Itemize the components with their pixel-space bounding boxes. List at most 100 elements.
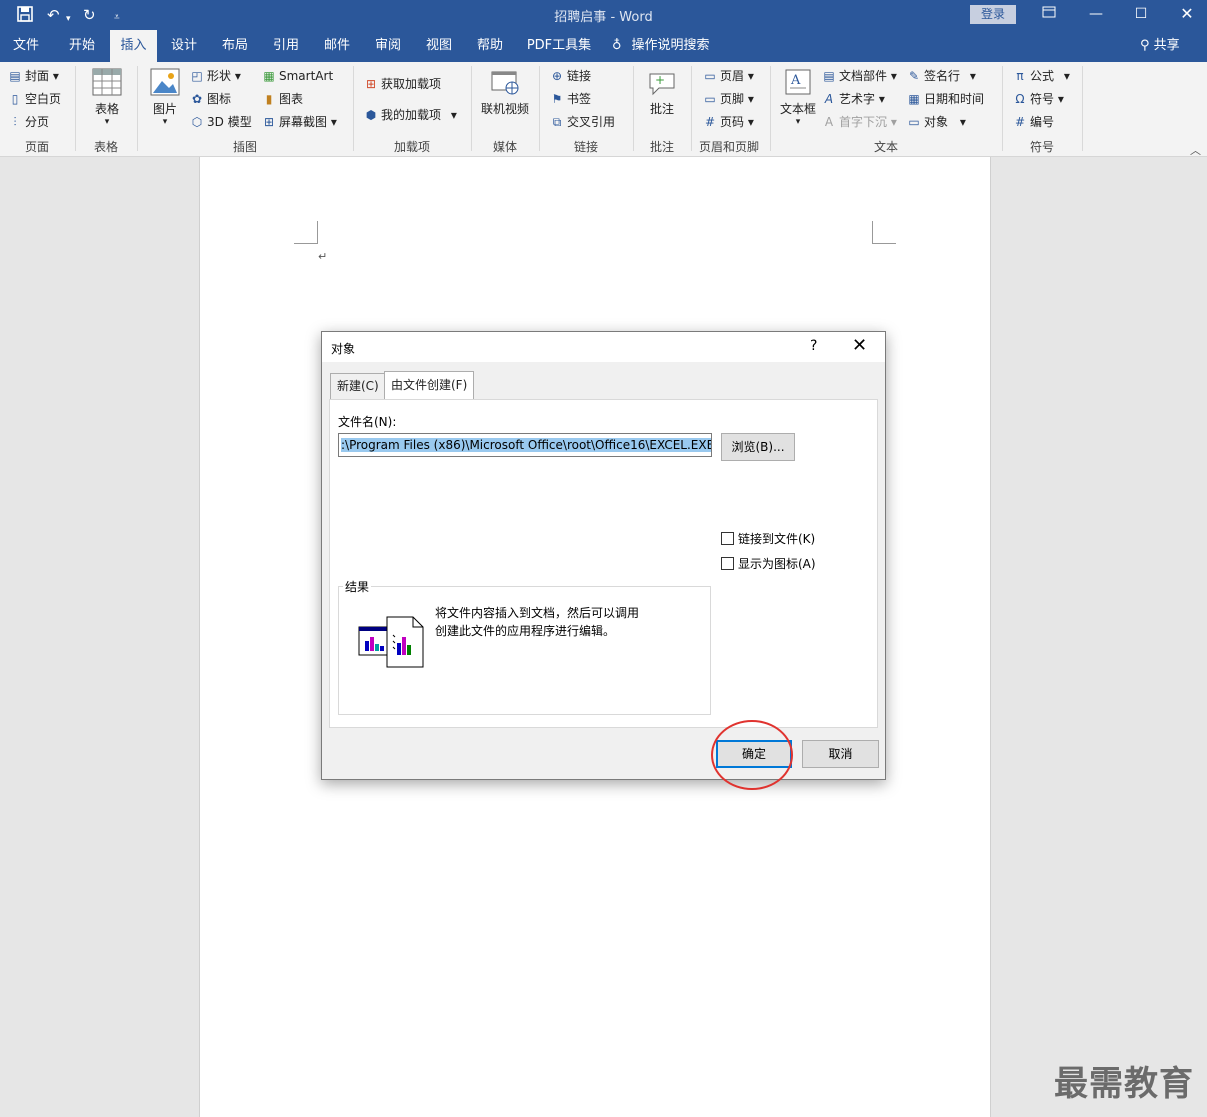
tab-create-from-file[interactable]: 由文件创建(F) xyxy=(384,371,475,400)
comment-icon: + xyxy=(647,68,677,96)
cross-reference-button[interactable]: ⧉ 交叉引用 xyxy=(550,113,615,131)
filename-label: 文件名(N): xyxy=(338,415,397,429)
quick-parts-icon: ▤ xyxy=(823,69,835,83)
filename-input[interactable]: :\Program Files (x86)\Microsoft Office\r… xyxy=(338,433,712,457)
tab-insert[interactable]: 插入 xyxy=(110,30,157,62)
table-button[interactable]: 表格 ▾ xyxy=(84,68,130,127)
highlight-circle xyxy=(711,720,793,790)
number-icon: # xyxy=(1014,115,1026,129)
tab-pdf-tools[interactable]: PDF工具集 xyxy=(522,30,596,62)
login-button[interactable]: 登录 xyxy=(970,5,1016,24)
tab-design[interactable]: 设计 xyxy=(164,30,204,62)
smartart-button[interactable]: ▦ SmartArt xyxy=(262,67,333,85)
tab-help[interactable]: 帮助 xyxy=(469,30,511,62)
display-as-icon-checkbox[interactable]: 显示为图标(A) xyxy=(721,555,816,572)
crop-mark xyxy=(872,221,873,244)
result-groupbox: 结果 将文件内容插入到文档，然后可以调用创建此文件的应用程序进行编辑。 xyxy=(338,578,711,715)
cover-page-button[interactable]: ▤ 封面 ▾ xyxy=(8,67,59,85)
icons-icon: ✿ xyxy=(191,92,203,106)
dialog-title: 对象 xyxy=(331,342,356,356)
collapse-ribbon-icon[interactable]: ︿ xyxy=(1190,142,1201,158)
my-addins-icon: ⬢ xyxy=(365,108,377,122)
header-icon: ▭ xyxy=(704,69,716,83)
crop-mark xyxy=(317,221,318,244)
group-label-pages: 页面 xyxy=(24,140,49,154)
header-button[interactable]: ▭ 页眉 ▾ xyxy=(703,67,754,85)
browse-button[interactable]: 浏览(B)... xyxy=(721,433,795,461)
tab-review[interactable]: 审阅 xyxy=(367,30,409,62)
wordart-button[interactable]: A 艺术字 ▾ xyxy=(822,90,885,108)
result-label: 结果 xyxy=(343,578,372,595)
video-icon xyxy=(490,68,520,96)
group-label-header-footer: 页眉和页脚 xyxy=(698,140,759,154)
dialog-title-bar: 对象 ? ✕ xyxy=(322,332,885,362)
comment-button[interactable]: + 批注 xyxy=(642,68,682,117)
online-video-button[interactable]: 联机视频 xyxy=(478,68,532,117)
shapes-button[interactable]: ◰ 形状 ▾ xyxy=(190,67,241,85)
chart-button[interactable]: ▮ 图表 xyxy=(262,90,303,108)
tab-view[interactable]: 视图 xyxy=(418,30,460,62)
crop-mark xyxy=(872,243,896,244)
share-button[interactable]: ⚲ 共享 xyxy=(1140,30,1180,62)
object-button[interactable]: ▭ 对象 ▾ xyxy=(907,113,966,131)
textbox-icon: A xyxy=(783,68,813,96)
page-break-button[interactable]: ⫶ 分页 xyxy=(8,113,49,131)
page-number-button[interactable]: # 页码 ▾ xyxy=(703,113,754,131)
group-label-addins: 加载项 xyxy=(393,140,430,154)
3d-cube-icon: ⬡ xyxy=(191,115,203,129)
menu-tab-bar: 文件 开始 插入 设计 布局 引用 邮件 审阅 视图 帮助 PDF工具集 ♁ 操作… xyxy=(0,30,1207,62)
create-from-file-panel: 文件名(N): :\Program Files (x86)\Microsoft … xyxy=(329,399,878,728)
tab-mailings[interactable]: 邮件 xyxy=(316,30,358,62)
dialog-close-icon[interactable]: ✕ xyxy=(852,335,867,356)
cancel-button[interactable]: 取消 xyxy=(802,740,879,768)
group-label-illustrations: 插图 xyxy=(232,140,257,154)
ribbon-display-icon[interactable] xyxy=(1037,4,1061,24)
picture-button[interactable]: 图片 ▾ xyxy=(146,68,184,127)
numbering-button[interactable]: # 编号 xyxy=(1013,113,1054,131)
shapes-icon: ◰ xyxy=(191,69,203,83)
tab-references[interactable]: 引用 xyxy=(265,30,307,62)
lightbulb-icon: ♁ xyxy=(612,38,622,53)
signature-line-button[interactable]: ✎ 签名行 ▾ xyxy=(907,67,976,85)
smartart-icon: ▦ xyxy=(263,69,275,83)
symbol-button[interactable]: Ω 符号 ▾ xyxy=(1013,90,1063,108)
footer-icon: ▭ xyxy=(704,92,716,106)
picture-icon xyxy=(150,68,180,96)
minimize-icon[interactable]: — xyxy=(1084,4,1108,24)
link-to-file-checkbox[interactable]: 链接到文件(K) xyxy=(721,530,815,547)
help-icon[interactable]: ? xyxy=(810,338,817,354)
cross-reference-icon: ⧉ xyxy=(552,115,562,129)
group-label-comments: 批注 xyxy=(649,140,674,154)
person-icon: ⚲ xyxy=(1140,38,1150,53)
drop-cap-button[interactable]: A 首字下沉 ▾ xyxy=(822,113,897,131)
tab-home[interactable]: 开始 xyxy=(60,30,104,62)
ribbon: ▤ 封面 ▾ ▯ 空白页 ⫶ 分页 页面 表格 ▾ 表格 图片 ▾ ◰ 形状 ▾ ✿ 图标… xyxy=(0,62,1207,157)
equation-button[interactable]: π 公式 ▾ xyxy=(1013,67,1070,85)
chart-icon: ▮ xyxy=(265,92,273,106)
maximize-icon[interactable]: ☐ xyxy=(1129,4,1153,24)
close-icon[interactable]: ✕ xyxy=(1175,4,1199,24)
document-name: 招聘启事 xyxy=(554,10,607,25)
svg-text:A: A xyxy=(790,73,801,88)
object-icon: ▭ xyxy=(908,115,920,129)
screenshot-button[interactable]: ⊞ 屏幕截图 ▾ xyxy=(262,113,337,131)
link-button[interactable]: ⊕ 链接 xyxy=(550,67,591,85)
3d-model-button[interactable]: ⬡ 3D 模型 xyxy=(190,113,252,131)
get-addins-button[interactable]: ⊞ 获取加载项 xyxy=(364,75,441,93)
quick-parts-button[interactable]: ▤ 文档部件 ▾ xyxy=(822,67,897,85)
tab-file[interactable]: 文件 xyxy=(5,30,47,62)
blank-page-button[interactable]: ▯ 空白页 xyxy=(8,90,61,108)
textbox-button[interactable]: A 文本框 ▾ xyxy=(777,68,819,127)
tab-create-new[interactable]: 新建(C) xyxy=(330,373,386,399)
tab-layout[interactable]: 布局 xyxy=(214,30,256,62)
tell-me-search[interactable]: ♁ 操作说明搜索 xyxy=(612,30,722,62)
group-label-text: 文本 xyxy=(873,140,898,154)
footer-button[interactable]: ▭ 页脚 ▾ xyxy=(703,90,754,108)
my-addins-button[interactable]: ⬢ 我的加载项 ▾ xyxy=(364,106,457,124)
window-title: 招聘启事 - Word xyxy=(554,10,653,25)
bookmark-button[interactable]: ⚑ 书签 xyxy=(550,90,591,108)
icons-button[interactable]: ✿ 图标 xyxy=(190,90,231,108)
watermark-text: 最需教育 xyxy=(1054,1064,1194,1104)
date-time-button[interactable]: ▦ 日期和时间 xyxy=(907,90,984,108)
page-number-icon: # xyxy=(704,115,716,129)
